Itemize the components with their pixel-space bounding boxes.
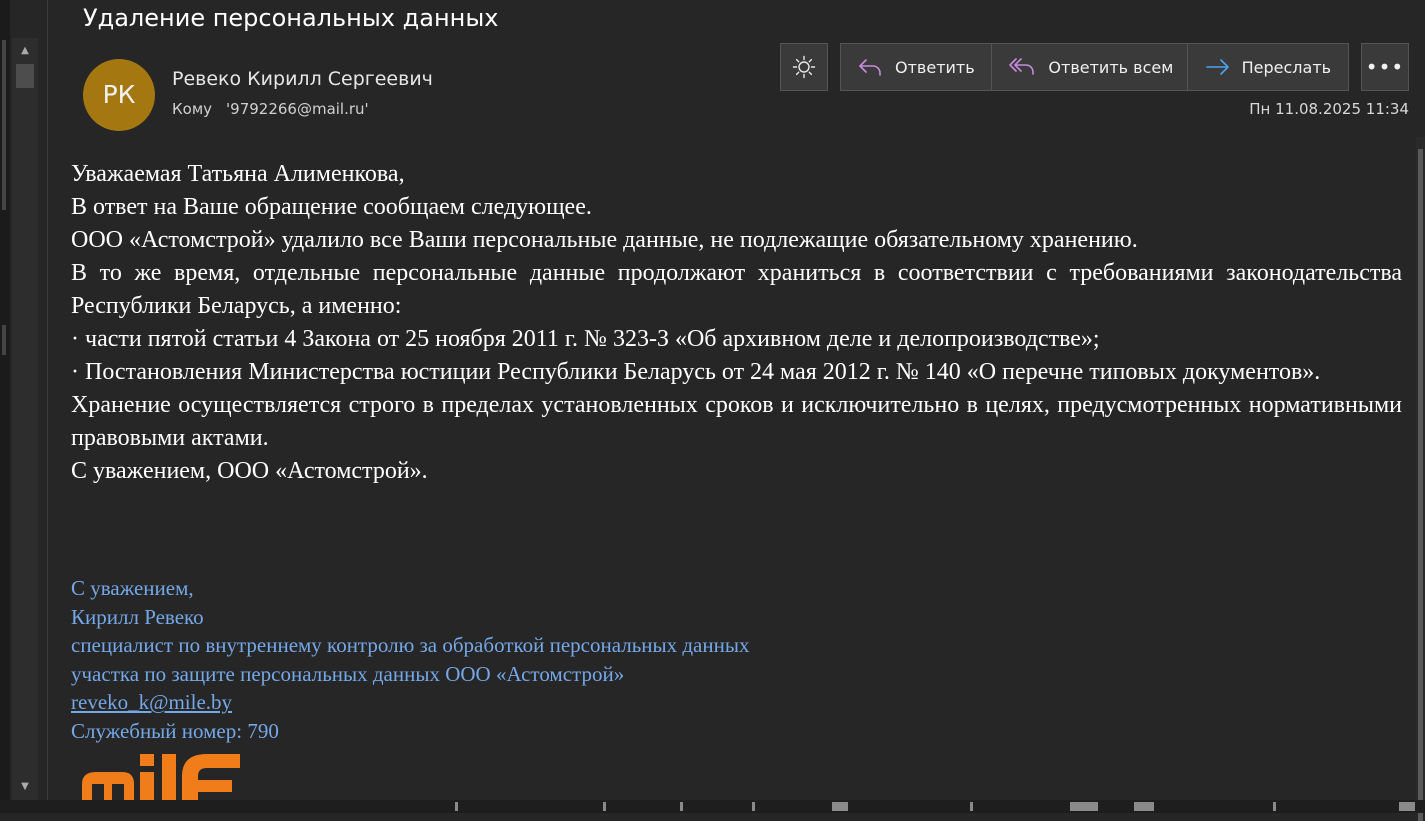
forward-arrow-icon	[1205, 59, 1229, 75]
scroll-thumb[interactable]	[16, 64, 34, 88]
message-body: Уважаемая Татьяна Алименкова, В ответ на…	[71, 158, 1402, 488]
reply-actions-group: Ответить Ответить всем Переслать	[840, 43, 1349, 91]
body-paragraph: Уважаемая Татьяна Алименкова,	[71, 161, 405, 187]
signature-email-link[interactable]: reveko_k@mile.by	[71, 690, 232, 714]
signature-line: Кирилл Ревеко	[71, 604, 204, 629]
recipient-address[interactable]: '9792266@mail.ru'	[226, 100, 369, 118]
recipients-row: Кому '9792266@mail.ru'	[172, 100, 369, 118]
reply-all-label: Ответить всем	[1048, 57, 1174, 77]
avatar[interactable]: РК	[83, 59, 155, 131]
message-list-edge	[0, 0, 10, 813]
reply-button[interactable]: Ответить	[841, 44, 991, 90]
scroll-up-arrow-icon[interactable]: ▲	[15, 42, 35, 60]
reply-icon	[859, 59, 881, 76]
more-icon: •••	[1365, 55, 1405, 79]
sun-icon	[792, 55, 816, 79]
body-paragraph: В ответ на Ваше обращение сообщаем следу…	[71, 194, 592, 220]
body-paragraph: ООО «Астомстрой» удалило все Ваши персон…	[71, 227, 1138, 253]
more-actions-button[interactable]: •••	[1361, 43, 1409, 91]
body-paragraph: Хранение осуществляется строго в предела…	[71, 392, 1402, 451]
body-paragraph: В то же время, отдельные персональные да…	[71, 260, 1402, 319]
signature-line: участка по защите персональных данных ОО…	[71, 661, 625, 686]
reply-label: Ответить	[895, 57, 975, 77]
signature-line: С уважением,	[71, 576, 194, 600]
reply-all-icon	[1009, 58, 1035, 75]
forward-button[interactable]: Переслать	[1186, 44, 1348, 90]
signature-line: специалист по внутреннему контролю за об…	[71, 633, 750, 658]
scroll-thumb[interactable]	[1418, 149, 1423, 821]
body-paragraph: · части пятой статьи 4 Закона от 25 нояб…	[71, 326, 1100, 352]
company-logo	[82, 754, 322, 804]
message-subject: Удаление персональных данных	[83, 4, 499, 32]
reading-pane-scrollbar[interactable]	[1416, 137, 1425, 821]
forward-label: Переслать	[1241, 57, 1332, 77]
pane-divider	[47, 0, 48, 800]
body-paragraph: С уважением, ООО «Астомстрой».	[71, 458, 428, 484]
body-paragraph: · Постановления Министерства юстиции Рес…	[71, 359, 1321, 385]
to-label: Кому	[172, 100, 213, 118]
reply-all-button[interactable]: Ответить всем	[991, 44, 1186, 90]
sender-name[interactable]: Ревеко Кирилл Сергеевич	[172, 68, 433, 90]
email-signature: С уважением, Кирилл Ревеко специалист по…	[71, 574, 749, 746]
list-scrollbar[interactable]: ▲ ▼	[12, 38, 38, 800]
toggle-theme-button[interactable]	[780, 43, 828, 91]
status-bar	[0, 800, 1425, 813]
message-date: Пн 11.08.2025 11:34	[1249, 100, 1409, 118]
signature-extension: Служебный номер: 790	[71, 718, 279, 743]
scroll-down-arrow-icon[interactable]: ▼	[15, 778, 35, 796]
